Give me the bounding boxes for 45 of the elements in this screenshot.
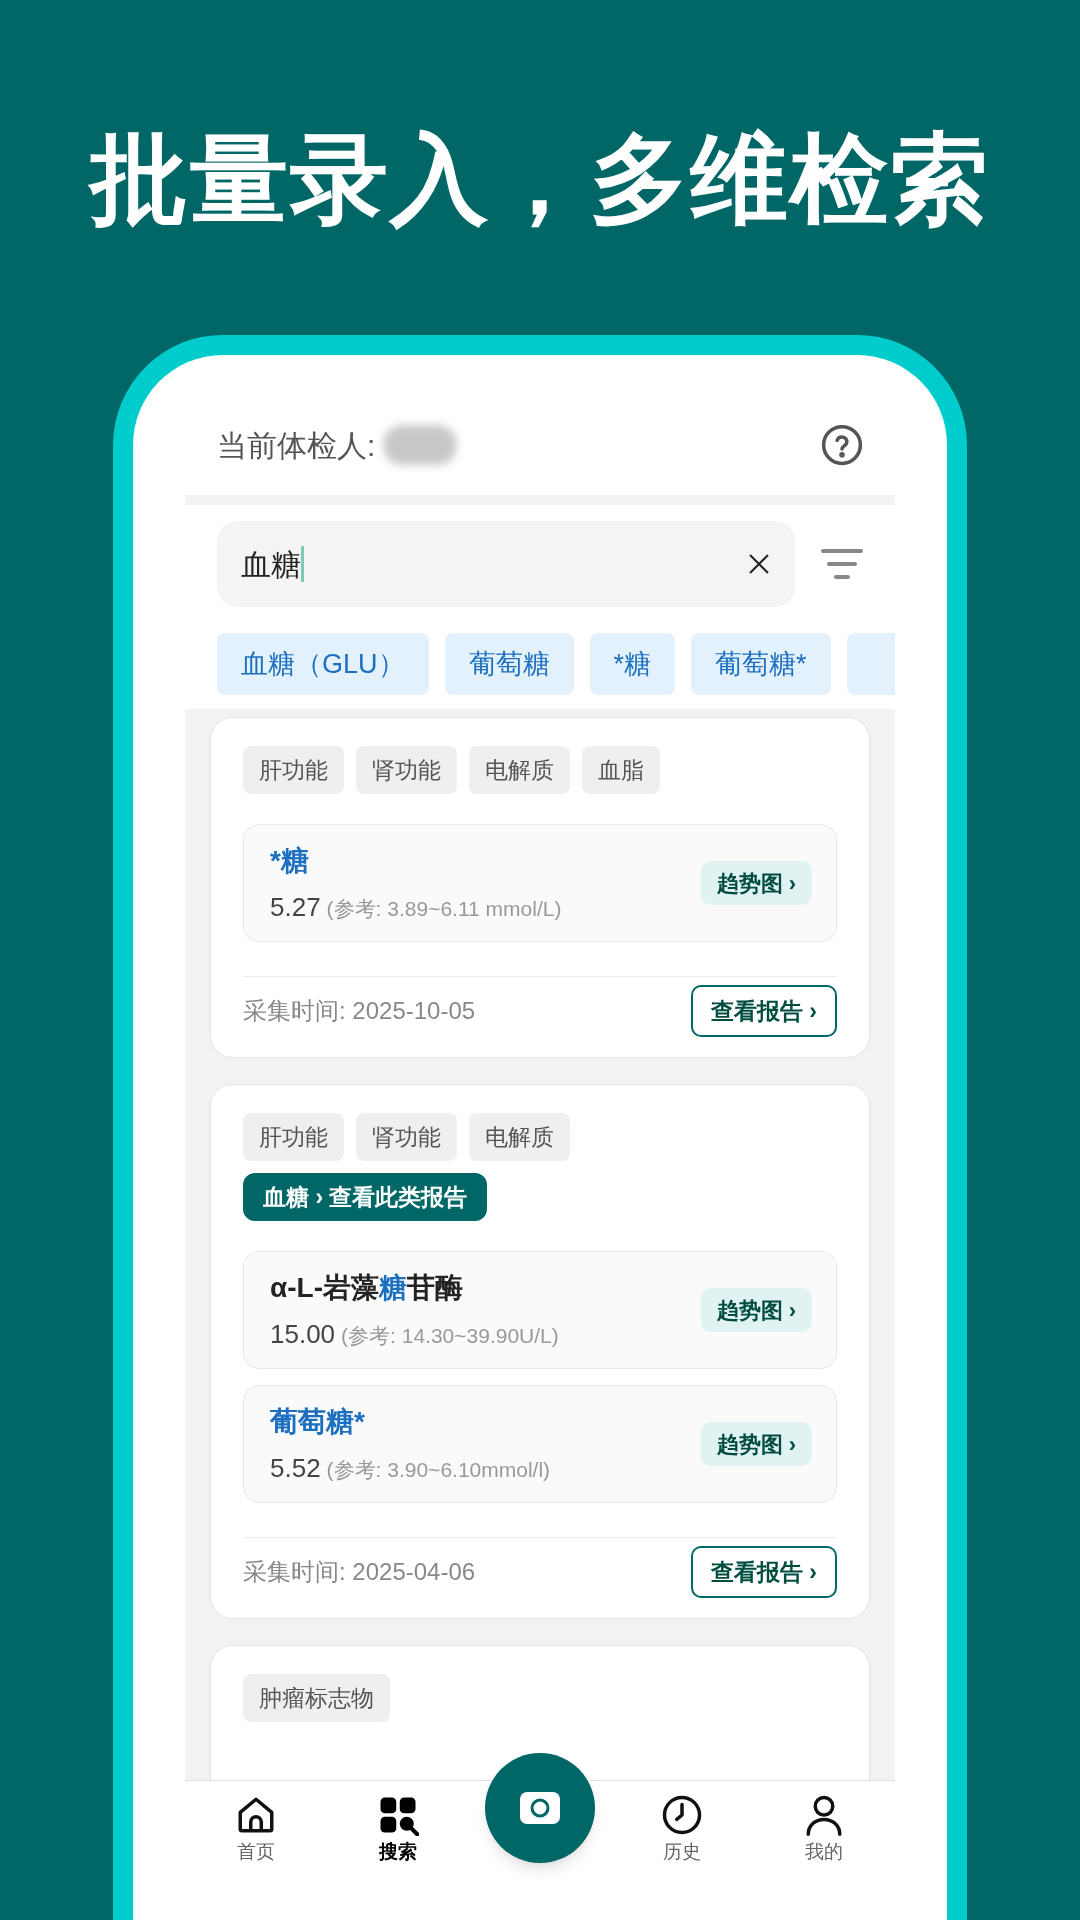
category-tag[interactable]: 电解质 xyxy=(469,746,570,794)
camera-icon xyxy=(520,1792,560,1824)
close-icon[interactable] xyxy=(747,552,771,576)
suggestion-chip[interactable]: *糖 xyxy=(589,633,676,695)
search-field[interactable]: 血糖 xyxy=(217,521,795,607)
patient-label: 当前体检人: xyxy=(217,427,376,464)
category-tag[interactable]: 肾功能 xyxy=(356,1113,457,1161)
reference-range: (参考: 3.90~6.10mmol/l) xyxy=(326,1456,551,1483)
suggestion-chip[interactable]: 葡萄糖 xyxy=(444,633,574,695)
category-tag[interactable]: 肾功能 xyxy=(356,746,457,794)
category-tag[interactable]: 肝功能 xyxy=(243,1113,344,1161)
item-value: 5.27 xyxy=(270,890,321,924)
trend-chart-button[interactable]: 趋势图 › xyxy=(700,1422,812,1466)
collection-date: 采集时间: 2025-04-06 xyxy=(243,1557,476,1587)
filter-icon[interactable] xyxy=(821,548,863,580)
search-text: 血糖 xyxy=(241,546,301,583)
reference-range: (参考: 14.30~39.90U/L) xyxy=(341,1322,559,1349)
result-item[interactable]: *糖 5.27 (参考: 3.89~6.11 mmol/L) 趋势图 › xyxy=(243,824,837,942)
item-name: 葡萄糖* xyxy=(270,1404,366,1439)
trend-chart-button[interactable]: 趋势图 › xyxy=(700,861,812,905)
help-icon[interactable] xyxy=(821,424,863,466)
item-value: 15.00 xyxy=(270,1317,336,1351)
nav-tab[interactable]: 首页 xyxy=(185,1781,327,1880)
suggestion-chip[interactable]: 葡萄糖* xyxy=(691,633,831,695)
category-report-button[interactable]: 血糖 › 查看此类报告 xyxy=(243,1173,488,1221)
category-tag[interactable]: 肿瘤标志物 xyxy=(243,1674,390,1722)
category-tag[interactable]: 血脂 xyxy=(582,746,660,794)
trend-chart-button[interactable]: 趋势图 › xyxy=(700,1288,812,1332)
collection-date: 采集时间: 2025-10-05 xyxy=(243,996,476,1026)
item-name: α-L-岩藻糖苷酶 xyxy=(270,1270,464,1305)
item-name: *糖 xyxy=(270,843,310,878)
view-report-button[interactable]: 查看报告 › xyxy=(690,985,837,1037)
category-tag[interactable]: 电解质 xyxy=(469,1113,570,1161)
headline: 批量录入，多维检索 xyxy=(90,130,990,228)
clock-icon xyxy=(661,1794,703,1837)
nav-tab[interactable]: 我的 xyxy=(753,1781,895,1880)
nav-tab[interactable]: 搜索 xyxy=(327,1781,469,1880)
view-report-button[interactable]: 查看报告 › xyxy=(690,1546,837,1598)
result-item[interactable]: α-L-岩藻糖苷酶 15.00 (参考: 14.30~39.90U/L) 趋势图 › xyxy=(243,1251,837,1369)
nav-tab[interactable]: 历史 xyxy=(611,1781,753,1880)
suggestion-chip[interactable]: 血糖（GLU） xyxy=(217,633,429,695)
result-item[interactable]: 葡萄糖* 5.52 (参考: 3.90~6.10mmol/l) 趋势图 › xyxy=(243,1385,837,1503)
category-tag[interactable]: 肝功能 xyxy=(243,746,344,794)
item-value: 5.52 xyxy=(270,1451,321,1485)
reference-range: (参考: 3.89~6.11 mmol/L) xyxy=(326,895,562,922)
